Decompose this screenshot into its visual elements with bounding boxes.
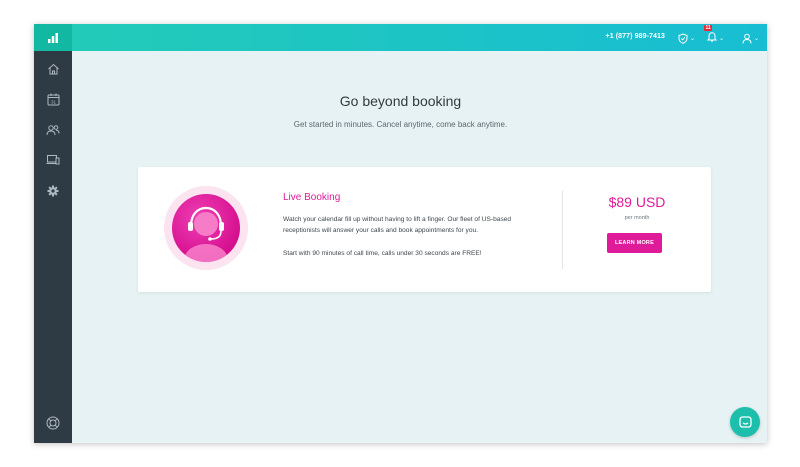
learn-more-button[interactable]: LEARN MORE (607, 233, 662, 253)
sidebar: 31 (34, 24, 72, 443)
shield-icon (678, 32, 688, 44)
notification-wrapper: 11 (703, 25, 718, 47)
page-title: Go beyond booking (339, 93, 462, 109)
notifications-menu[interactable]: 11 ⌄ (703, 25, 724, 47)
sidebar-item-settings[interactable] (34, 179, 72, 203)
page-subtitle: Get started in minutes. Cancel anytime, … (293, 120, 508, 129)
phone-number[interactable]: +1 (877) 989-7413 (606, 33, 666, 40)
top-bar: +1 (877) 989-7413 ⌄ 11 ⌄ ⌄ (72, 24, 767, 51)
chat-launcher-button[interactable] (730, 407, 760, 437)
sidebar-item-devices[interactable] (34, 148, 72, 172)
avatar-circle (172, 194, 240, 262)
card-note: Start with 90 minutes of call time, call… (283, 250, 482, 257)
security-menu[interactable]: ⌄ (678, 31, 695, 45)
app-window: 31 +1 (877) 989-7413 ⌄ 11 ⌄ ⌄ Go beyond … (34, 24, 767, 443)
chevron-down-icon: ⌄ (753, 35, 759, 42)
help-button[interactable] (34, 411, 72, 435)
gear-icon (47, 185, 59, 197)
logo[interactable] (34, 24, 72, 51)
receptionist-avatar (164, 186, 248, 270)
sidebar-item-home[interactable] (34, 57, 72, 81)
notification-badge: 11 (703, 25, 713, 31)
home-icon (47, 63, 59, 75)
chevron-down-icon: ⌄ (718, 35, 724, 42)
divider (562, 191, 563, 269)
price: $89 USD (608, 194, 666, 210)
account-menu[interactable]: ⌄ (742, 31, 759, 45)
headset-person-icon (184, 206, 228, 262)
chevron-down-icon: ⌄ (689, 35, 695, 42)
price-period: per month (624, 215, 650, 221)
chat-icon (738, 415, 752, 428)
lifebuoy-icon (46, 416, 60, 430)
devices-icon (46, 155, 60, 165)
card-title: Live Booking (283, 192, 341, 203)
bar-chart-logo-icon (48, 32, 58, 43)
bell-icon (706, 32, 718, 42)
card-description: Watch your calendar fill up without havi… (283, 216, 512, 234)
live-booking-card: Live Booking Watch your calendar fill up… (138, 167, 711, 292)
user-icon (742, 33, 752, 44)
